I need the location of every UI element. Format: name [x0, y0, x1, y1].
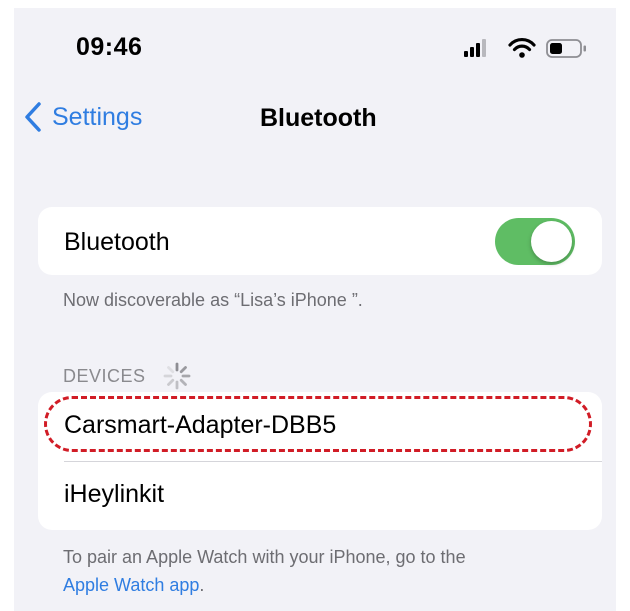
status-icons-svg	[464, 38, 586, 58]
page-title: Bluetooth	[260, 104, 377, 132]
apple-watch-app-link[interactable]: Apple Watch app	[63, 575, 199, 595]
discoverable-note: Now discoverable as “Lisa’s iPhone ”.	[63, 290, 363, 310]
highlight-annotation	[44, 396, 592, 452]
battery-icon	[546, 39, 586, 58]
bluetooth-label: Bluetooth	[64, 228, 170, 256]
status-icons	[460, 37, 590, 59]
toggle-knob	[531, 221, 572, 262]
bluetooth-toggle[interactable]	[495, 218, 575, 265]
apple-watch-note-suffix: .	[199, 575, 205, 595]
cellular-signal-icon	[464, 39, 486, 57]
device-name: iHeylinkit	[64, 480, 165, 508]
back-button-label: Settings	[52, 102, 143, 131]
loading-spinner-icon	[163, 362, 190, 390]
apple-watch-note-text: To pair an Apple Watch with your iPhone,…	[63, 547, 466, 567]
devices-header-label: DEVICES	[63, 365, 146, 386]
status-time: 09:46	[76, 33, 143, 61]
bluetooth-toggle-card: Bluetooth	[38, 207, 602, 275]
devices-section-header: DEVICES	[63, 361, 192, 391]
back-button[interactable]: Settings	[24, 100, 142, 134]
apple-watch-note: To pair an Apple Watch with your iPhone,…	[63, 543, 466, 599]
bluetooth-settings-screen: 09:46 Settings Bluetooth Bluetooth Now d…	[14, 8, 616, 611]
device-row-iheylinkit[interactable]: iHeylinkit	[38, 461, 602, 530]
wifi-icon	[508, 38, 536, 58]
chevron-left-icon	[25, 102, 41, 132]
